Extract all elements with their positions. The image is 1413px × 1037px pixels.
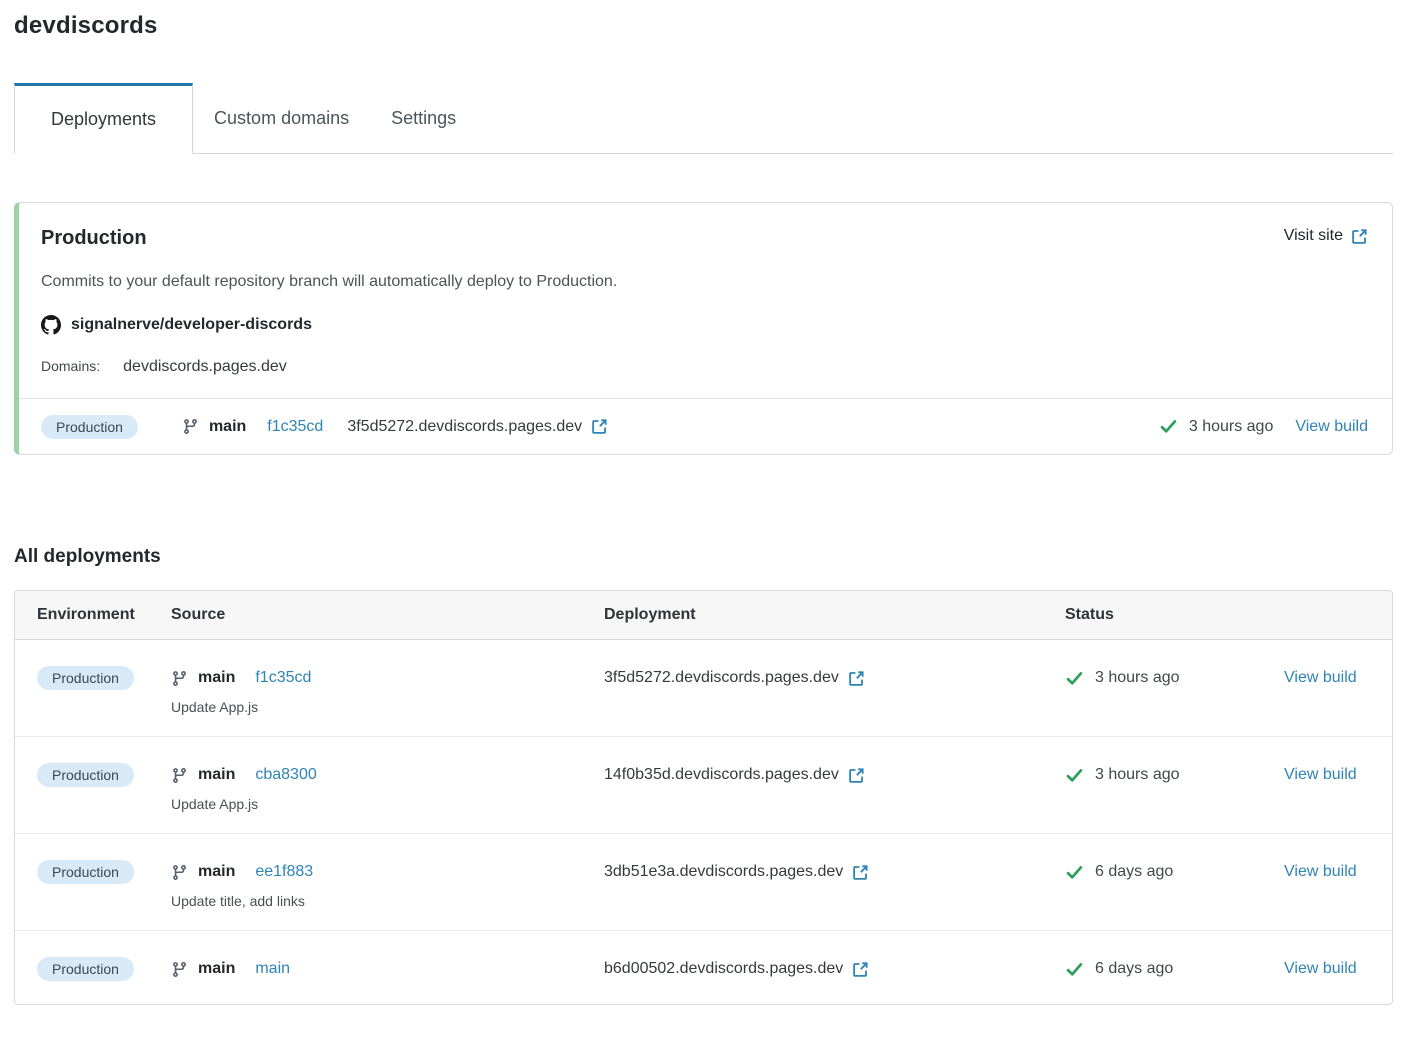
deployments-table: Environment Source Deployment Status Pro…: [14, 590, 1393, 1005]
visit-site-link[interactable]: Visit site: [1284, 227, 1368, 245]
github-mark-icon: [41, 315, 61, 335]
commit-message: Update App.js: [171, 796, 604, 812]
view-build-link[interactable]: View build: [1284, 669, 1357, 687]
git-branch-icon: [171, 670, 188, 687]
deployment-url: 3db51e3a.devdiscords.pages.dev: [604, 863, 843, 881]
commit-link[interactable]: cba8300: [255, 766, 316, 784]
git-branch-icon: [182, 418, 199, 435]
deploy-time: 6 days ago: [1095, 960, 1173, 978]
page-title: devdiscords: [14, 12, 1393, 40]
production-deployment-row: Production main f1c35cd 3f5d5272.devdisc…: [19, 398, 1392, 454]
view-build-cell: View build: [1284, 664, 1370, 692]
col-environment: Environment: [37, 606, 171, 624]
view-build-link[interactable]: View build: [1295, 418, 1368, 436]
external-link-icon[interactable]: [852, 961, 869, 978]
environment-badge: Production: [37, 957, 134, 981]
deployment-cell: 14f0b35d.devdiscords.pages.dev: [604, 761, 1065, 789]
table-row: Production main main b6d00502.devdiscord…: [15, 930, 1392, 1004]
tab-settings[interactable]: Settings: [370, 83, 477, 153]
visit-site-label: Visit site: [1284, 227, 1343, 245]
deployment-cell: 3f5d5272.devdiscords.pages.dev: [604, 664, 1065, 692]
branch-name: main: [198, 766, 235, 784]
environment-cell: Production: [37, 664, 171, 692]
view-build-cell: View build: [1284, 858, 1370, 886]
tab-bar: Deployments Custom domains Settings: [14, 83, 1393, 154]
all-deployments-heading: All deployments: [14, 546, 1393, 568]
domains-label: Domains:: [41, 358, 100, 374]
commit-link[interactable]: f1c35cd: [267, 418, 323, 436]
table-header-row: Environment Source Deployment Status: [15, 591, 1392, 640]
branch-name: main: [198, 669, 235, 687]
status-cell: 6 days ago: [1065, 858, 1284, 886]
production-heading: Production: [41, 227, 147, 250]
branch-name: main: [209, 418, 246, 436]
table-row: Production main f1c35cd Update App.js 3f…: [15, 640, 1392, 736]
table-row: Production main ee1f883 Update title, ad…: [15, 833, 1392, 930]
domains-value: devdiscords.pages.dev: [123, 358, 287, 376]
external-link-icon: [1351, 228, 1368, 245]
commit-link[interactable]: ee1f883: [255, 863, 313, 881]
deploy-time: 6 days ago: [1095, 863, 1173, 881]
deployment-url: 3f5d5272.devdiscords.pages.dev: [347, 418, 582, 436]
external-link-icon[interactable]: [852, 864, 869, 881]
status-cell: 6 days ago: [1065, 955, 1284, 983]
pages-project-page: devdiscords Deployments Custom domains S…: [0, 0, 1413, 1005]
commit-link[interactable]: main: [255, 960, 290, 978]
environment-badge: Production: [37, 666, 134, 690]
status-cell: 3 hours ago: [1065, 664, 1284, 692]
environment-badge: Production: [37, 860, 134, 884]
deployment-url: b6d00502.devdiscords.pages.dev: [604, 960, 843, 978]
environment-badge: Production: [37, 763, 134, 787]
view-build-cell: View build: [1284, 955, 1370, 983]
deploy-time: 3 hours ago: [1095, 766, 1180, 784]
source-cell: main f1c35cd Update App.js: [171, 664, 604, 715]
external-link-icon[interactable]: [848, 670, 865, 687]
commit-message: Update title, add links: [171, 893, 604, 909]
external-link-icon[interactable]: [848, 767, 865, 784]
source-cell: main cba8300 Update App.js: [171, 761, 604, 812]
success-check-icon: [1065, 863, 1084, 882]
source-cell: main ee1f883 Update title, add links: [171, 858, 604, 909]
environment-cell: Production: [37, 955, 171, 983]
environment-cell: Production: [37, 761, 171, 789]
branch-name: main: [198, 960, 235, 978]
success-check-icon: [1065, 669, 1084, 688]
git-branch-icon: [171, 767, 188, 784]
source-cell: main main: [171, 955, 604, 983]
production-card: Production Visit site Commits to your de…: [14, 202, 1393, 455]
success-check-icon: [1159, 417, 1178, 436]
commit-message: Update App.js: [171, 699, 604, 715]
view-build-link[interactable]: View build: [1284, 766, 1357, 784]
view-build-link[interactable]: View build: [1284, 863, 1357, 881]
commit-link[interactable]: f1c35cd: [255, 669, 311, 687]
tab-custom-domains[interactable]: Custom domains: [193, 83, 370, 153]
tab-deployments[interactable]: Deployments: [14, 83, 193, 154]
success-check-icon: [1065, 960, 1084, 979]
repo-name: signalnerve/developer-discords: [71, 316, 312, 334]
status-cell: 3 hours ago: [1065, 761, 1284, 789]
git-branch-icon: [171, 864, 188, 881]
deployment-url: 3f5d5272.devdiscords.pages.dev: [604, 669, 839, 687]
view-build-cell: View build: [1284, 761, 1370, 789]
environment-badge: Production: [41, 415, 138, 439]
deploy-time: 3 hours ago: [1189, 418, 1274, 436]
col-deployment: Deployment: [604, 606, 1065, 624]
col-source: Source: [171, 606, 604, 624]
deploy-time: 3 hours ago: [1095, 669, 1180, 687]
view-build-link[interactable]: View build: [1284, 960, 1357, 978]
col-status: Status: [1065, 606, 1284, 624]
external-link-icon[interactable]: [591, 418, 608, 435]
table-row: Production main cba8300 Update App.js 14…: [15, 736, 1392, 833]
deployment-cell: b6d00502.devdiscords.pages.dev: [604, 955, 1065, 983]
git-branch-icon: [171, 961, 188, 978]
branch-name: main: [198, 863, 235, 881]
deployment-url: 14f0b35d.devdiscords.pages.dev: [604, 766, 839, 784]
deployment-cell: 3db51e3a.devdiscords.pages.dev: [604, 858, 1065, 886]
production-description: Commits to your default repository branc…: [41, 273, 1368, 291]
environment-cell: Production: [37, 858, 171, 886]
success-check-icon: [1065, 766, 1084, 785]
